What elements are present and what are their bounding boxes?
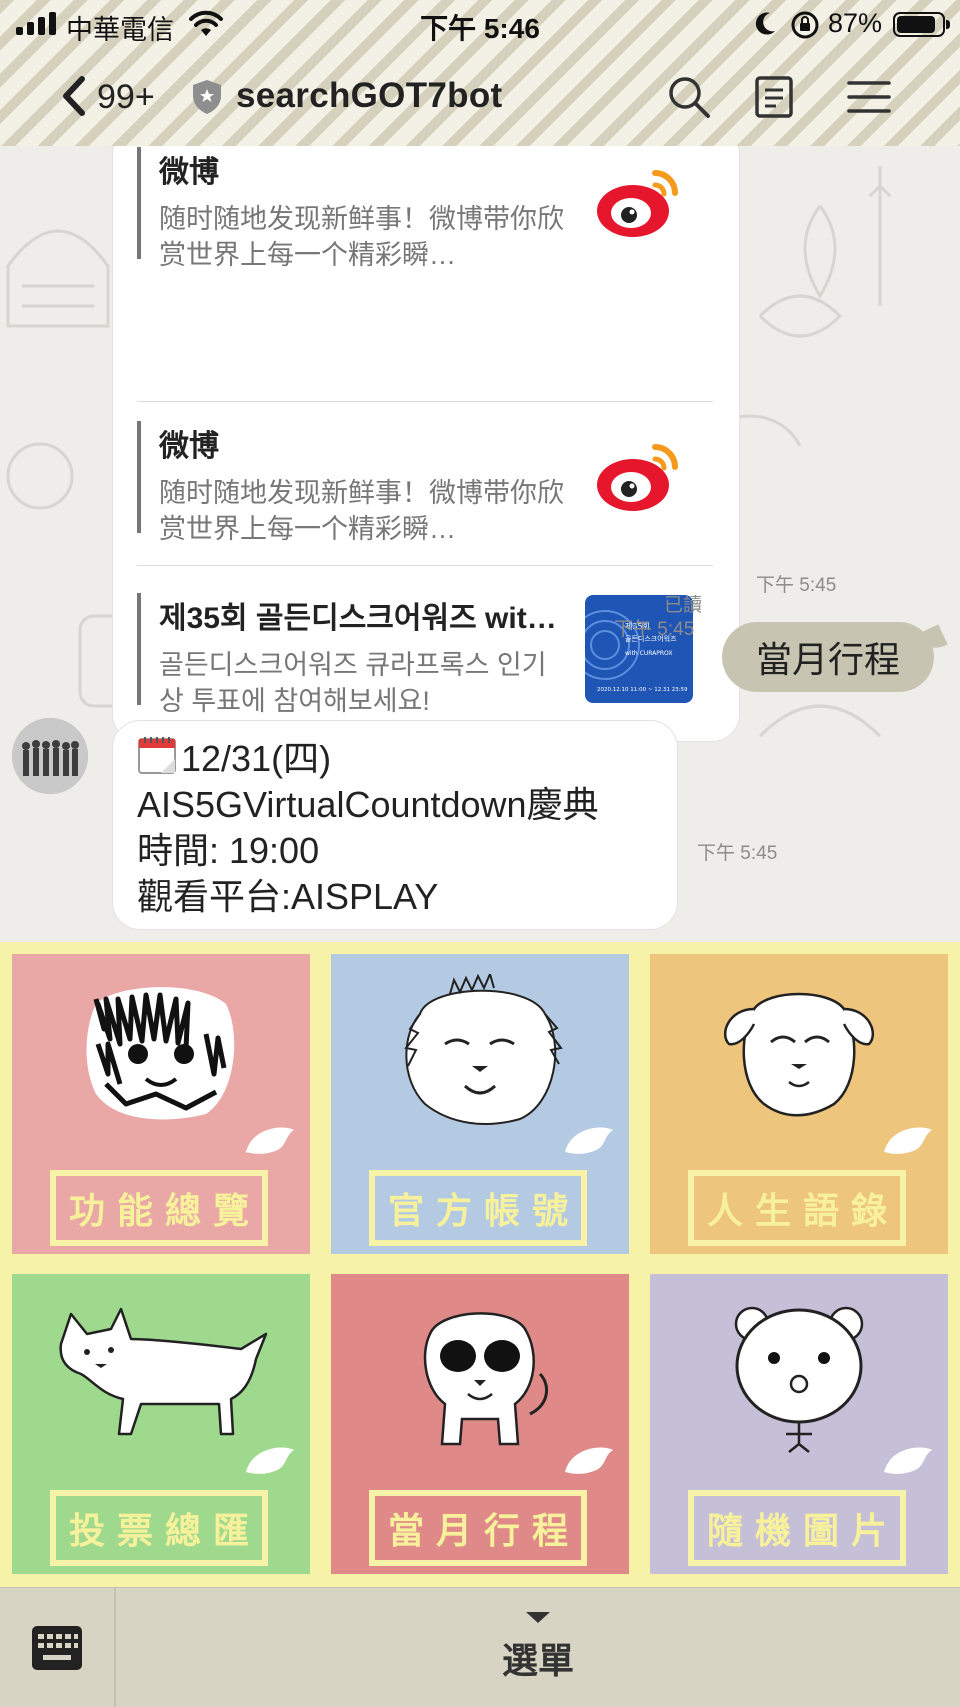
message-timestamp: 下午 5:45 xyxy=(614,619,695,640)
fluffy-dog-icon xyxy=(404,974,563,1125)
back-icon[interactable] xyxy=(54,73,94,119)
battery-percent: 87% xyxy=(828,8,883,38)
message-line: 12/31(四) xyxy=(137,735,653,782)
message-timestamp: 下午 5:45 xyxy=(756,575,837,596)
leaf-icon xyxy=(884,1447,932,1474)
keyboard-icon xyxy=(32,1626,82,1670)
link-preview-card: 微博 随时随地发现新鲜事！微博带你欣赏世界上每一个精彩瞬… 微博 随时随地发现新… xyxy=(112,146,740,742)
status-bar: 中華電信 下午 5:46 87% xyxy=(0,0,960,50)
link-description: 随时随地发现新鲜事！微博带你欣赏世界上每一个精彩瞬… xyxy=(159,478,564,544)
svg-text:with CURAPROX: with CURAPROX xyxy=(625,650,672,657)
link-item-weibo-2[interactable]: 微博 随时随地发现新鲜事！微博带你欣赏世界上每一个精彩瞬… xyxy=(137,421,713,544)
group-photo-image xyxy=(12,718,88,794)
link-title: 微博 xyxy=(159,430,219,463)
divider xyxy=(137,565,713,566)
rich-menu-tile-life-quotes[interactable]: 人生語錄 xyxy=(650,954,948,1254)
received-message-bubble[interactable]: 12/31(四) AIS5GVirtualCountdown慶典 時間: 19:… xyxy=(112,720,678,930)
tile-label: 隨機圖片 xyxy=(706,1510,899,1551)
leaf-icon xyxy=(565,1127,613,1154)
tile-label-frame: 官方帳號 xyxy=(369,1170,587,1246)
sent-message-text: 當月行程 xyxy=(755,639,900,680)
menu-icon xyxy=(847,81,891,113)
link-title: 微博 xyxy=(159,156,219,189)
rich-menu-tile-vote-hub[interactable]: 投票總匯 xyxy=(12,1274,310,1574)
rich-menu-tile-feature-overview[interactable]: 功能總覽 xyxy=(12,954,310,1254)
leaf-icon xyxy=(245,1127,294,1154)
weibo-logo-icon xyxy=(597,170,678,237)
collapse-arrow-icon xyxy=(526,1612,550,1623)
svg-text:2020.12.10 11:00 ~ 12.31 23:59: 2020.12.10 11:00 ~ 12.31 23:59 xyxy=(597,687,688,693)
tile-label: 投票總匯 xyxy=(68,1510,261,1551)
chat-nav-bar: 99+ searchGOT7bot xyxy=(0,60,960,134)
orientation-lock-icon xyxy=(791,11,819,39)
rich-menu: 功能總覽 官方帳號 人生語錄 投票總匯 當月行程 隨機圖片 xyxy=(0,942,960,1587)
search-button[interactable] xyxy=(664,72,714,122)
weibo-logo-icon xyxy=(597,444,678,511)
tile-label-frame: 人生語錄 xyxy=(688,1170,906,1246)
rich-menu-tile-random-image[interactable]: 隨機圖片 xyxy=(650,1274,948,1574)
sent-message-bubble[interactable]: 當月行程 xyxy=(722,622,934,692)
tile-label-frame: 隨機圖片 xyxy=(688,1490,906,1566)
tile-label-frame: 投票總匯 xyxy=(50,1490,268,1566)
chat-title: searchGOT7bot xyxy=(236,76,503,115)
unread-count[interactable]: 99+ xyxy=(97,78,155,117)
battery-icon xyxy=(893,12,950,37)
link-title: 제35회 골든디스크어워즈 wit… xyxy=(159,602,557,635)
bot-avatar[interactable] xyxy=(12,718,88,794)
tile-label: 官方帳號 xyxy=(387,1190,580,1231)
header: 中華電信 下午 5:46 87% 99+ searchGOT7bot xyxy=(0,0,960,146)
sleepy-dog-icon xyxy=(723,992,875,1117)
message-line: 時間: 19:00 xyxy=(137,830,320,871)
tile-label: 功能總覽 xyxy=(68,1190,261,1231)
leaf-icon xyxy=(884,1127,932,1154)
moon-icon xyxy=(755,12,775,35)
bottom-bar: 選單 xyxy=(0,1587,960,1707)
leaf-icon xyxy=(246,1447,294,1474)
shield-icon xyxy=(193,80,221,114)
notes-icon xyxy=(755,76,793,118)
search-icon xyxy=(669,77,710,118)
walking-dog-icon xyxy=(59,1307,268,1436)
link-item-weibo-1[interactable]: 微博 随时随地发现新鲜事！微博带你欣赏世界上每一个精彩瞬… xyxy=(137,147,713,270)
tile-label: 人生語錄 xyxy=(706,1190,899,1231)
read-receipt: 已讀 xyxy=(664,595,703,616)
link-description: 골든디스크어워즈 큐라프록스 인기상 투표에 참여해보세요! xyxy=(159,650,547,716)
link-description: 随时随地发现新鲜事！微博带你欣赏世界上每一个精彩瞬… xyxy=(159,204,564,270)
divider xyxy=(137,401,713,402)
bear-doodle-icon xyxy=(734,1306,864,1453)
rich-menu-toggle[interactable]: 選單 xyxy=(116,1588,960,1707)
rich-menu-tile-official-accounts[interactable]: 官方帳號 xyxy=(331,954,629,1254)
message-line: AIS5GVirtualCountdown慶典 xyxy=(137,784,599,825)
rich-menu-tile-monthly-schedule[interactable]: 當月行程 xyxy=(331,1274,629,1574)
message-line: 觀看平台:AISPLAY xyxy=(137,876,439,917)
tile-label-frame: 功能總覽 xyxy=(50,1170,268,1246)
scribble-face-icon xyxy=(86,987,235,1120)
dog-with-sunglasses-icon xyxy=(423,1312,549,1446)
link-item-golden-disc[interactable]: 제35회 골든디스크어워즈 wit… 골든디스크어워즈 큐라프록스 인기상 투표… xyxy=(137,593,713,716)
chat-menu-button[interactable] xyxy=(844,72,894,122)
message-timestamp: 下午 5:45 xyxy=(697,843,778,864)
notes-button[interactable] xyxy=(749,72,799,122)
menu-toggle-label: 選單 xyxy=(501,1640,574,1681)
keyboard-button[interactable] xyxy=(0,1588,116,1707)
chat-area[interactable]: 微博 随时随地发现新鲜事！微博带你欣赏世界上每一个精彩瞬… 微博 随时随地发现新… xyxy=(0,146,960,942)
tile-label: 當月行程 xyxy=(387,1510,580,1551)
leaf-icon xyxy=(565,1447,613,1474)
calendar-icon xyxy=(138,737,176,774)
tile-label-frame: 當月行程 xyxy=(369,1490,587,1566)
